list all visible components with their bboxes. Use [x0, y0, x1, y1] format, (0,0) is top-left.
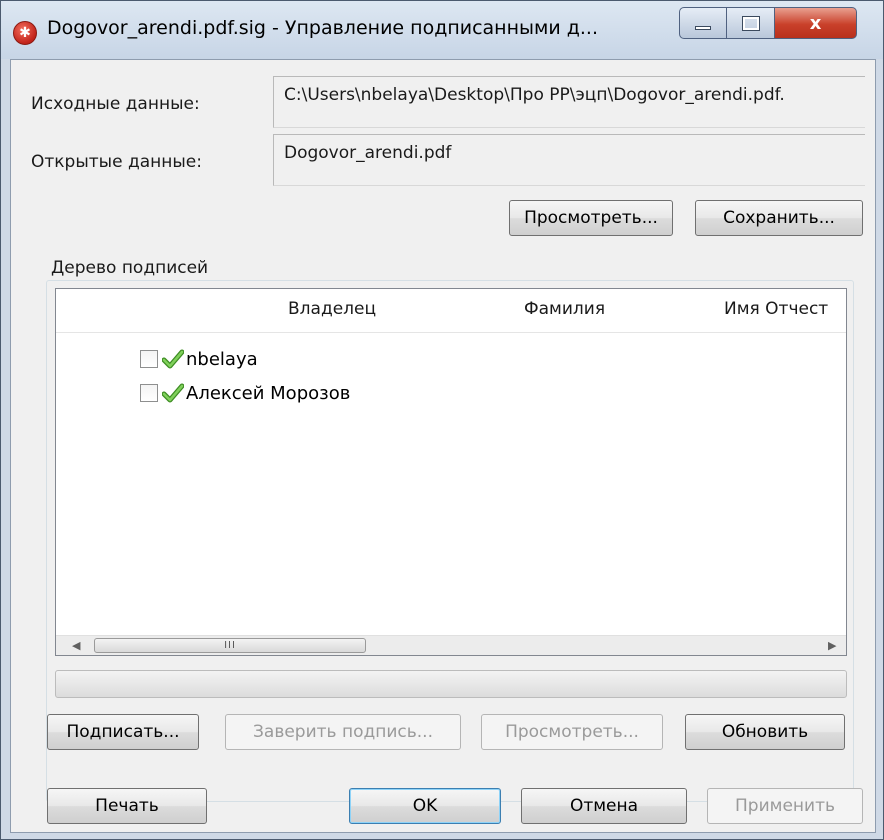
caption-buttons: x [679, 7, 857, 39]
signer-name: nbelaya [186, 348, 258, 370]
column-name-patronymic[interactable]: Имя Отчест [724, 299, 828, 319]
save-data-button[interactable]: Сохранить... [695, 200, 863, 236]
scroll-left-icon[interactable]: ◀ [72, 639, 80, 652]
view-signature-button[interactable]: Просмотреть... [481, 714, 663, 750]
dialog-client-area: Исходные данные: C:\Users\nbelaya\Deskto… [10, 59, 876, 833]
ok-button[interactable]: OK [349, 788, 501, 824]
tree-row[interactable]: Алексей Морозов [140, 379, 350, 407]
tree-row[interactable]: nbelaya [140, 345, 258, 373]
source-data-label: Исходные данные: [31, 94, 200, 114]
valid-check-icon [162, 383, 184, 403]
open-data-field[interactable]: Dogovor_arendi.pdf [273, 134, 865, 186]
view-data-button[interactable]: Просмотреть... [509, 200, 673, 236]
scroll-right-icon[interactable]: ▶ [828, 639, 836, 652]
row-checkbox[interactable] [140, 384, 158, 402]
apply-button[interactable]: Применить [707, 788, 863, 824]
dialog-window: ✱ Dogovor_arendi.pdf.sig - Управление по… [0, 0, 884, 840]
open-data-label: Открытые данные: [31, 152, 202, 172]
refresh-button[interactable]: Обновить [685, 714, 845, 750]
signature-app-icon: ✱ [13, 21, 37, 45]
column-owner[interactable]: Владелец [288, 299, 376, 319]
column-surname[interactable]: Фамилия [524, 299, 605, 319]
close-button[interactable]: x [775, 7, 857, 39]
maximize-icon [741, 15, 760, 31]
signature-tree-label: Дерево подписей [51, 258, 209, 278]
certify-signature-button[interactable]: Заверить подпись... [225, 714, 461, 750]
maximize-button[interactable] [727, 7, 775, 39]
title-bar[interactable]: ✱ Dogovor_arendi.pdf.sig - Управление по… [1, 1, 883, 59]
close-icon: x [809, 12, 822, 34]
signer-name: Алексей Морозов [186, 382, 351, 404]
row-checkbox[interactable] [140, 350, 158, 368]
sign-button[interactable]: Подписать... [47, 714, 199, 750]
print-button[interactable]: Печать [47, 788, 207, 824]
progress-bar [55, 670, 847, 698]
window-title: Dogovor_arendi.pdf.sig - Управление подп… [47, 17, 599, 39]
minimize-button[interactable] [679, 7, 727, 39]
valid-check-icon [162, 349, 184, 369]
horizontal-scrollbar[interactable]: ◀ III ▶ [56, 635, 846, 655]
cancel-button[interactable]: Отмена [521, 788, 687, 824]
scroll-thumb[interactable]: III [94, 638, 366, 653]
minimize-icon [695, 26, 711, 30]
signature-tree[interactable]: Владелец Фамилия Имя Отчест nbelaya Алек [55, 288, 847, 656]
source-data-field[interactable]: C:\Users\nbelaya\Desktop\Про РР\эцп\Dogo… [273, 76, 865, 128]
tree-header: Владелец Фамилия Имя Отчест [56, 289, 846, 333]
